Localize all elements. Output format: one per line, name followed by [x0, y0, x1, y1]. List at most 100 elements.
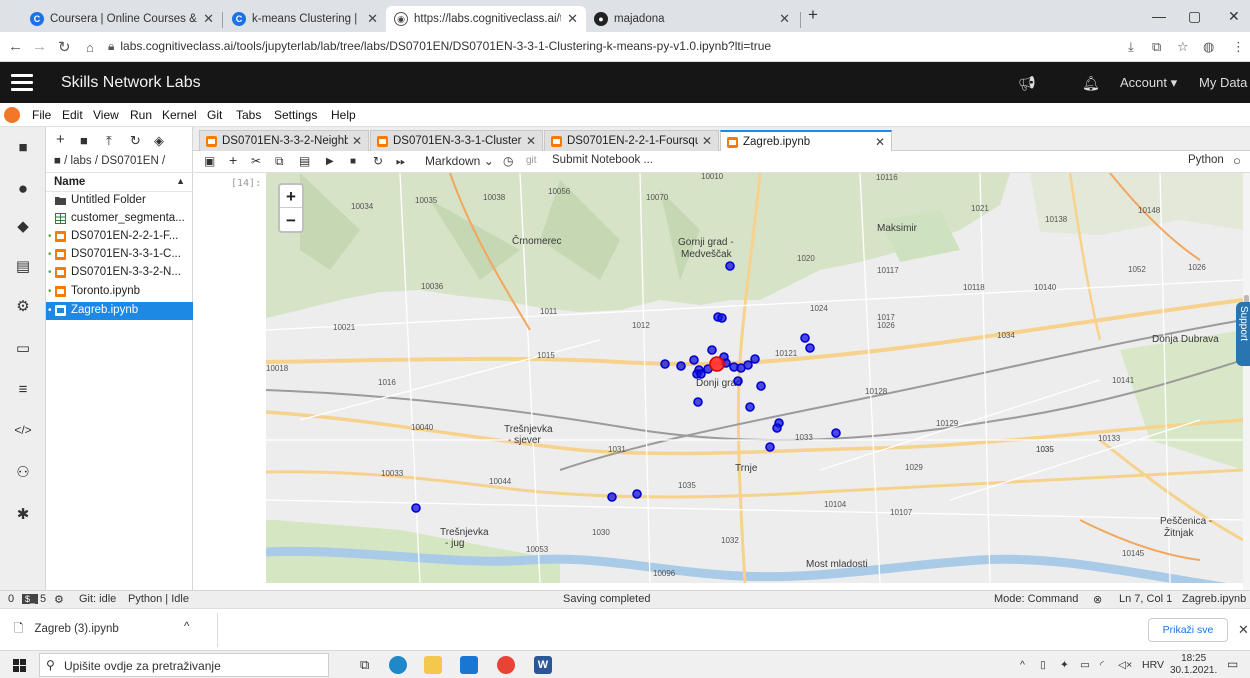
notebook-tab-zagreb[interactable]: Zagreb.ipynb ✕	[720, 130, 892, 152]
menu-tabs[interactable]: Tabs	[236, 108, 261, 122]
browser-tab-kmeans[interactable]: C k-means Clustering | Coursera ✕	[224, 6, 386, 32]
venue-marker[interactable]	[733, 376, 743, 386]
chrome-icon[interactable]	[497, 656, 515, 674]
forward-arrow-icon[interactable]: →	[32, 38, 47, 55]
menu-run[interactable]: Run	[130, 108, 152, 122]
browser-tab-labs[interactable]: ◉ https://labs.cognitiveclass.ai/tool ✕	[386, 6, 586, 32]
new-launcher-button[interactable]: +	[56, 131, 65, 148]
close-icon[interactable]: ✕	[702, 134, 712, 148]
close-icon[interactable]: ✕	[1238, 622, 1249, 638]
cut-icon[interactable]: ✂	[251, 154, 261, 168]
stop-icon[interactable]: ■	[350, 156, 356, 167]
new-tab-button[interactable]: +	[808, 5, 818, 25]
word-icon[interactable]: W	[534, 656, 552, 674]
submit-notebook-button[interactable]: Submit Notebook ...	[552, 154, 653, 166]
close-icon[interactable]: ✕	[567, 11, 578, 27]
close-icon[interactable]: ✕	[779, 11, 790, 27]
kernel-state[interactable]: Python | Idle	[128, 593, 189, 605]
extension-settings-icon[interactable]: ⚙	[0, 297, 46, 315]
venue-marker[interactable]	[632, 489, 642, 499]
menu-kernel[interactable]: Kernel	[162, 108, 197, 122]
tray-app-icon[interactable]: ▯	[1040, 659, 1046, 671]
puzzle-icon[interactable]: ✱	[0, 505, 46, 523]
clock-icon[interactable]: ◷	[503, 154, 513, 168]
browser-tab-github[interactable]: ● majadona ✕	[586, 6, 798, 32]
run-icon[interactable]: ▶	[326, 156, 334, 167]
venue-marker[interactable]	[725, 261, 735, 271]
upload-icon[interactable]: ⤒	[106, 133, 112, 149]
menu-view[interactable]: View	[93, 108, 119, 122]
close-icon[interactable]: ✕	[352, 134, 362, 148]
zoom-in-button[interactable]: +	[280, 185, 302, 208]
venue-marker[interactable]	[717, 313, 727, 323]
notebook-tab-neighborhoods[interactable]: DS0701EN-3-3-2-Neighbor ✕	[199, 130, 369, 151]
table-of-contents-icon[interactable]: ≡	[0, 381, 46, 398]
venue-marker[interactable]	[800, 333, 810, 343]
folium-map[interactable]: 10010 10056 10070 10034 10035 10038 10116 1021 1…	[266, 173, 1243, 583]
venue-marker[interactable]	[676, 361, 686, 371]
file-item-ds0701en-3-3-2[interactable]: • DS0701EN-3-3-2-N...	[46, 264, 193, 282]
taskbar-search-box[interactable]: ⚲ Upišite ovdje za pretraživanje	[39, 653, 329, 677]
venue-marker[interactable]	[831, 428, 841, 438]
code-snippets-icon[interactable]: </>	[0, 423, 46, 437]
venue-marker[interactable]	[411, 503, 421, 513]
refresh-icon[interactable]: ↻	[130, 133, 141, 149]
venue-marker[interactable]	[693, 397, 703, 407]
input-language[interactable]: HRV	[1142, 659, 1164, 671]
back-arrow-icon[interactable]: ←	[8, 38, 23, 55]
hamburger-menu-icon[interactable]	[11, 74, 33, 91]
show-all-button[interactable]: Prikaži sve	[1148, 618, 1228, 642]
maximize-icon[interactable]: ▢	[1188, 8, 1201, 25]
task-view-icon[interactable]: ⧉	[360, 657, 369, 673]
git-button[interactable]: git	[526, 155, 537, 166]
battery-icon[interactable]: ▭	[1080, 659, 1090, 671]
file-item-untitled-folder[interactable]: Untitled Folder	[46, 192, 193, 210]
venue-marker[interactable]	[743, 360, 753, 370]
close-icon[interactable]: ✕	[526, 134, 536, 148]
git-icon[interactable]: ◆	[0, 217, 46, 235]
tabs-icon[interactable]: ▭	[0, 339, 46, 357]
file-item-ds0701en-2-2-1[interactable]: • DS0701EN-2-2-1-F...	[46, 228, 193, 246]
running-kernels-icon[interactable]: ●	[0, 179, 46, 199]
notebook-tab-foursquare[interactable]: DS0701EN-2-2-1-Foursqua ✕	[544, 130, 719, 151]
file-item-toronto[interactable]: • Toronto.ipynb	[46, 283, 193, 301]
account-menu[interactable]: Account ▾	[1120, 75, 1177, 91]
venue-marker[interactable]	[707, 345, 717, 355]
insert-cell-button[interactable]: +	[229, 152, 237, 168]
menu-edit[interactable]: Edit	[62, 108, 83, 122]
venue-marker[interactable]	[750, 354, 760, 364]
property-inspector-icon[interactable]: ⚇	[0, 463, 46, 481]
close-icon[interactable]: ✕	[875, 135, 885, 149]
home-icon[interactable]: ⌂	[86, 40, 94, 55]
city-center-marker[interactable]	[709, 356, 725, 372]
new-folder-icon[interactable]: ■	[80, 133, 88, 148]
clock[interactable]: 18:25 30.1.2021.	[1170, 653, 1217, 677]
cell-type-select[interactable]: Markdown ⌄	[425, 154, 494, 168]
download-icon[interactable]: ⤓	[1128, 39, 1134, 55]
copy-icon[interactable]: ⧉	[275, 154, 284, 169]
edge-icon[interactable]	[389, 656, 407, 674]
file-item-ds0701en-3-3-1[interactable]: • DS0701EN-3-3-1-C...	[46, 246, 193, 264]
star-icon[interactable]: ☆	[1177, 39, 1189, 55]
command-palette-icon[interactable]: ▤	[0, 257, 46, 275]
venue-marker[interactable]	[805, 343, 815, 353]
download-item[interactable]: 🗋︎ Zagreb (3).ipynb ^	[14, 621, 189, 640]
file-explorer-icon[interactable]	[424, 656, 442, 674]
megaphone-icon[interactable]: 📢︎	[1018, 75, 1036, 92]
my-data-link[interactable]: My Data	[1199, 75, 1247, 90]
git-status[interactable]: Git: idle	[79, 593, 116, 605]
venue-marker[interactable]	[689, 355, 699, 365]
venue-marker[interactable]	[772, 423, 782, 433]
venue-marker[interactable]	[745, 402, 755, 412]
kernel-name[interactable]: Python	[1188, 154, 1224, 166]
file-item-customer-segmentation[interactable]: customer_segmenta...	[46, 210, 193, 228]
wifi-icon[interactable]: ◜	[1100, 659, 1104, 671]
support-tab[interactable]: Support	[1236, 302, 1250, 366]
windows-start-icon[interactable]	[13, 659, 27, 673]
close-icon[interactable]: ✕	[203, 11, 214, 27]
notebook-tab-clustering[interactable]: DS0701EN-3-3-1-Clusterin ✕	[370, 130, 543, 151]
close-window-icon[interactable]: ✕	[1228, 8, 1240, 25]
browser-tab-coursera[interactable]: C Coursera | Online Courses & Cre ✕	[22, 6, 222, 32]
url-field[interactable]: 🔒︎ labs.cognitiveclass.ai/tools/jupyterla…	[108, 39, 771, 54]
menu-file[interactable]: File	[32, 108, 51, 122]
